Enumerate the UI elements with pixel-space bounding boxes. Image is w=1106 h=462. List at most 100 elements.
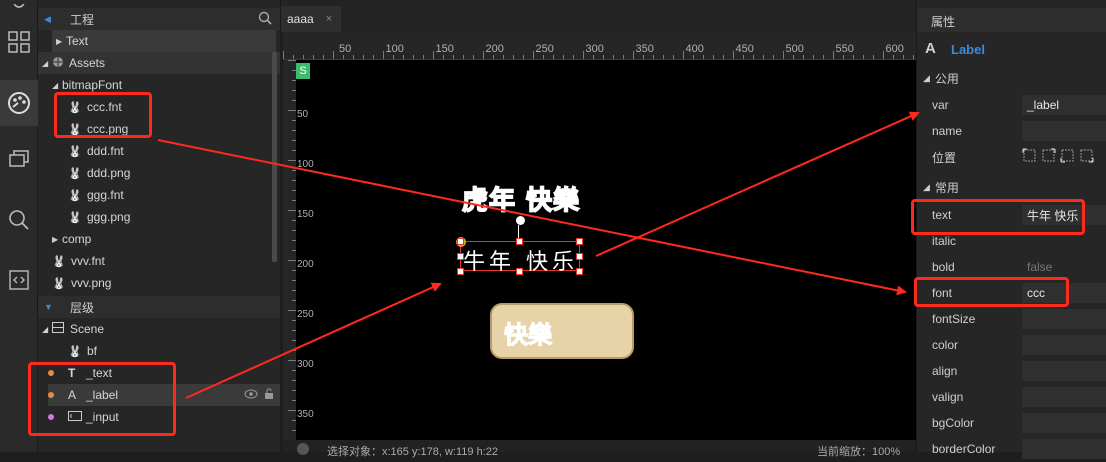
ruler-tick [283,51,284,59]
code-icon[interactable] [0,260,38,300]
name-input[interactable] [1022,121,1106,141]
tree-label: Scene [70,322,105,336]
tree-node[interactable]: 🐰 bf [68,340,97,362]
selected-label[interactable]: 牛年 快乐 [460,241,580,275]
properties-panel: 属性 A Label ◢ 公用 var _label name 位置 ◢ 常用 … [911,0,1106,459]
ruler-tick [643,55,644,59]
tree-label: comp [62,232,92,246]
prop-label: fontSize [932,312,976,326]
ruler-tick [393,55,394,59]
ruler-tick [673,55,674,59]
project-panel-header[interactable]: ◀ 工程 [38,8,280,30]
color-input[interactable] [1022,335,1106,355]
component-type-icon: A [925,40,936,57]
rotate-handle[interactable] [516,216,525,225]
valign-select[interactable] [1022,387,1106,407]
palette-icon[interactable] [0,80,38,126]
resize-handle[interactable] [576,238,583,245]
prop-valign: valign [917,384,1106,410]
ruler-tick [753,55,754,59]
bordercolor-input[interactable] [1022,439,1106,459]
ruler-tick [863,55,864,59]
align-left-icon[interactable] [1022,148,1037,166]
align-bottom-icon[interactable] [1079,148,1094,166]
ruler-number: 200 [297,259,314,270]
ruler-tick [433,51,434,59]
prop-align: align [917,358,1106,384]
tree-file[interactable]: 🐰 ddd.fnt [68,140,124,162]
ruler-tick [293,55,294,59]
tree-file[interactable]: 🐰 vvv.png [52,272,111,294]
ruler-number: 50 [297,109,309,120]
resize-handle[interactable] [516,268,523,275]
ruler-tick [903,55,904,59]
prop-position: 位置 [917,144,1106,170]
ruler-tick [288,360,296,361]
ruler-number: 200 [485,43,504,55]
ruler-tick [793,55,794,59]
bold-toggle[interactable]: false [1022,257,1106,277]
caret-down-icon[interactable]: ▼ [44,302,58,312]
resize-handle[interactable] [457,253,464,260]
scene-icon [52,322,64,336]
tree-scene[interactable]: ◢ Scene [42,318,104,340]
fontsize-input[interactable] [1022,309,1106,329]
ruler-tick [288,310,296,311]
ruler-tick [573,55,574,59]
group-title: 常用 [934,180,959,195]
var-input[interactable]: _label [1022,95,1106,115]
ruler-tick [713,55,714,59]
eye-icon[interactable] [244,388,258,402]
chat-icon[interactable] [0,140,38,180]
ruler-tick [913,55,914,59]
bitmap-text[interactable]: 虎年 快樂 [461,180,580,217]
resize-handle[interactable] [457,238,464,245]
collapse-arrow-icon[interactable]: ◀ [44,14,58,25]
bunny-icon: 🐰 [68,211,82,224]
file-label: ggg.png [87,210,131,224]
ruler-tick [883,51,884,59]
resize-handle[interactable] [516,238,523,245]
bunny-icon: 🐰 [52,255,66,268]
tree-file[interactable]: 🐰 ddd.png [68,162,130,184]
resize-handle[interactable] [576,253,583,260]
prop-label: align [932,364,958,378]
resize-handle[interactable] [576,268,583,275]
tree-folder-comp[interactable]: ▶ comp [52,228,91,250]
hierarchy-panel-header[interactable]: ▼ 层级 [38,296,280,318]
hierarchy-panel-title: 层级 [70,300,95,315]
lock-icon[interactable] [264,388,274,402]
tree-file[interactable]: 🐰 vvv.fnt [52,250,105,272]
tree-file[interactable]: 🐰 ggg.fnt [68,184,124,206]
prop-label: var [932,98,949,112]
search-icon[interactable] [258,11,272,28]
resize-handle[interactable] [457,268,464,275]
tree-folder-text[interactable]: ▶ Text [52,30,276,52]
scrollbar[interactable] [272,52,277,262]
grid-icon[interactable] [0,22,38,62]
prop-label: name [932,124,963,138]
ruler-tick [653,55,654,59]
ruler-tick [523,55,524,59]
group-frequent-header[interactable]: ◢ 常用 [917,176,1106,198]
bitmap-button[interactable]: 快樂 [490,303,634,359]
stage-canvas[interactable]: S 虎年 快樂 牛年 快乐 快樂 [296,60,916,440]
prop-name: name [917,118,1106,144]
align-right-icon[interactable] [1060,148,1075,166]
ruler-number: 250 [297,309,314,320]
close-icon[interactable]: × [326,13,332,25]
search-icon[interactable] [0,200,38,240]
tree-file[interactable]: 🐰 ggg.png [68,206,130,228]
align-select[interactable] [1022,361,1106,381]
ruler-tick [463,55,464,59]
tab-aaaa[interactable]: aaaa × [281,6,341,32]
ruler-tick [493,55,494,59]
bunny-icon: 🐰 [68,345,82,358]
tree-folder-assets[interactable]: ◢ Assets [38,52,280,74]
bgcolor-input[interactable] [1022,413,1106,433]
align-top-icon[interactable] [1041,148,1056,166]
group-common-header[interactable]: ◢ 公用 [917,67,1106,89]
ruler-tick [288,110,296,111]
ruler-number: 150 [435,43,454,55]
zoom-info: 当前缩放：100% [817,446,901,458]
